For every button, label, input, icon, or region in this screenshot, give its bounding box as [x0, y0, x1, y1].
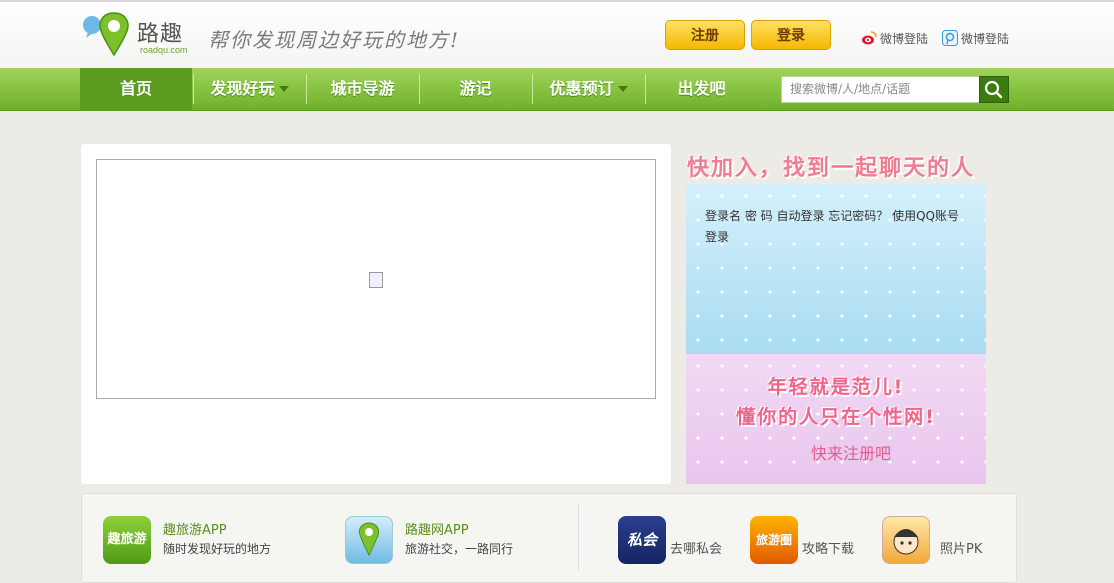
- roadqu-app-name[interactable]: 路趣网APP: [405, 519, 469, 538]
- apps-bar: 趣旅游 趣旅游APP 随时发现好玩的地方 路趣网APP 旅游社交，一路同行 私会…: [81, 493, 1017, 583]
- private-meet-icon-text: 私会: [626, 531, 657, 549]
- site-logo[interactable]: 路趣 roadqu.com: [80, 11, 195, 57]
- travel-circle-icon-text: 旅游圈: [755, 533, 792, 547]
- location-pin-icon: [83, 12, 129, 57]
- roadqu-app-desc: 旅游社交，一路同行: [405, 542, 514, 556]
- register-button[interactable]: 注册: [665, 20, 745, 50]
- nav-item-depart[interactable]: 出发吧: [646, 68, 757, 110]
- tencent-weibo-login-label: 微博登陆: [961, 32, 1010, 46]
- nav-item-deals[interactable]: 优惠预订: [533, 68, 644, 110]
- nav-item-label: 游记: [459, 79, 492, 98]
- register-now-link[interactable]: 快来注册吧: [811, 440, 891, 464]
- search-icon: [984, 80, 1003, 99]
- login-form-text[interactable]: 登录名 密 码 自动登录 忘记密码？ 使用QQ账号登录: [705, 206, 967, 248]
- qu-travel-app-name[interactable]: 趣旅游APP: [163, 519, 227, 538]
- private-meet-link[interactable]: 去哪私会: [670, 538, 722, 557]
- travel-circle-icon[interactable]: 旅游圈: [750, 516, 798, 564]
- site-header: 路趣 roadqu.com 帮你发现周边好玩的地方! 注册 登录 微博登陆 微博…: [0, 0, 1114, 70]
- guide-download-link[interactable]: 攻略下载: [802, 538, 854, 557]
- qu-travel-app-icon[interactable]: 趣旅游: [103, 516, 151, 564]
- nav-item-label: 优惠预订: [549, 79, 614, 98]
- qu-travel-icon-text: 趣旅游: [107, 532, 147, 547]
- nav-item-city-guide[interactable]: 城市导游: [307, 68, 418, 110]
- join-panel: 快加入，找到一起聊天的人 登录名 密 码 自动登录 忘记密码？ 使用QQ账号登录…: [683, 144, 991, 484]
- dropdown-caret-icon: [617, 86, 628, 92]
- nav-item-home[interactable]: 首页: [80, 68, 192, 110]
- nav-item-label: 出发吧: [677, 79, 726, 98]
- photo-pk-link[interactable]: 照片PK: [940, 538, 982, 557]
- nav-item-travelogue[interactable]: 游记: [420, 68, 531, 110]
- sina-weibo-icon: [862, 31, 877, 45]
- qu-travel-app-desc: 随时发现好玩的地方: [163, 542, 272, 556]
- logo-domain: roadqu.com: [140, 45, 188, 55]
- broken-image-icon: [369, 272, 383, 288]
- nav-item-discover[interactable]: 发现好玩: [194, 68, 305, 110]
- featured-slideshow[interactable]: [96, 159, 656, 399]
- roadqu-app-icon[interactable]: [345, 516, 393, 564]
- apps-divider: [578, 504, 579, 570]
- sina-weibo-login-link[interactable]: 微博登陆: [861, 30, 928, 48]
- location-pin-icon: [358, 522, 380, 557]
- sina-weibo-login-label: 微博登陆: [880, 32, 929, 46]
- search-button[interactable]: [979, 76, 1009, 103]
- tencent-weibo-login-link[interactable]: 微博登陆: [942, 30, 1009, 48]
- promo-slogan-2: 懂你的人只在个性网!: [736, 406, 936, 428]
- nav-item-label: 城市导游: [330, 79, 395, 98]
- photo-pk-icon[interactable]: [882, 516, 930, 564]
- search-input[interactable]: 搜索微博/人/地点/话题: [781, 76, 979, 103]
- nav-item-label: 发现好玩: [210, 79, 275, 98]
- login-button[interactable]: 登录: [751, 20, 831, 50]
- nav-item-label: 首页: [119, 79, 152, 98]
- site-slogan: 帮你发现周边好玩的地方!: [208, 28, 461, 52]
- logo-text: 路趣: [137, 22, 184, 47]
- dropdown-caret-icon: [278, 86, 289, 92]
- join-panel-title: 快加入，找到一起聊天的人: [687, 156, 976, 181]
- promo-slogan-1: 年轻就是范儿!: [767, 376, 905, 398]
- private-meet-icon[interactable]: 私会: [618, 516, 666, 564]
- featured-panel: [81, 144, 671, 484]
- cartoon-face-icon: [893, 529, 919, 555]
- tencent-weibo-icon: [942, 30, 958, 46]
